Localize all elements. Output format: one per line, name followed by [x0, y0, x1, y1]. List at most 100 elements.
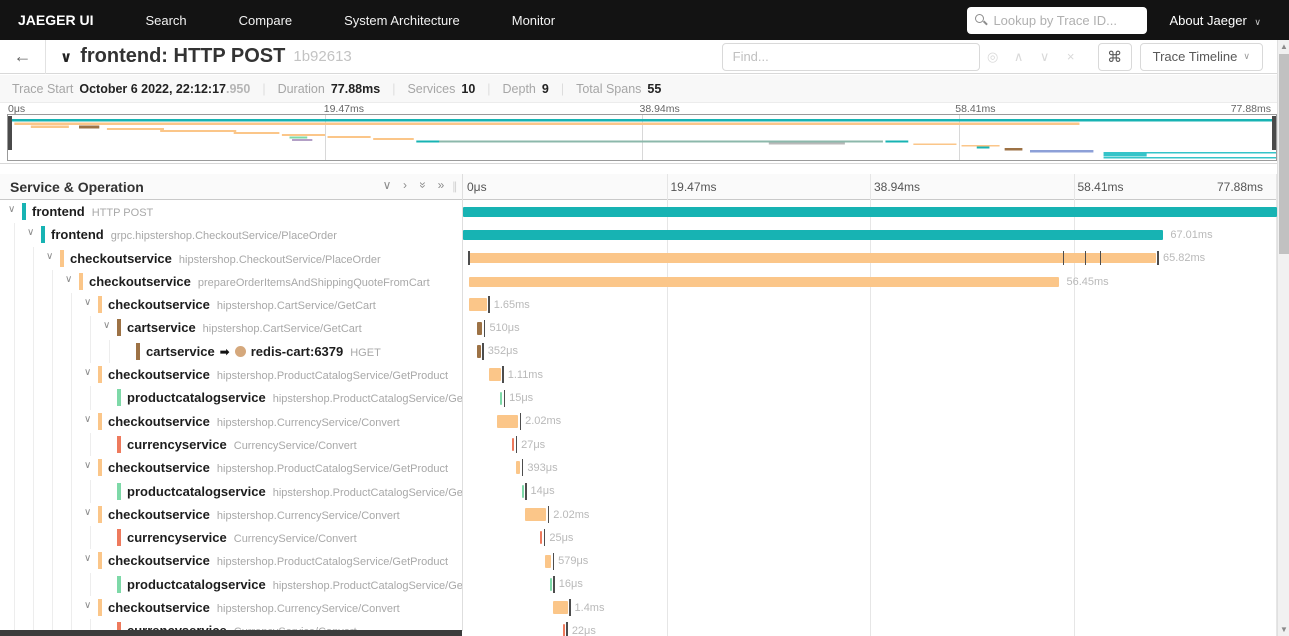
span-log-tick[interactable] — [1099, 251, 1102, 266]
span-tree-row[interactable]: ∨ cartservice hipstershop.CartService/GetC… — [0, 316, 462, 340]
span-bar-row[interactable]: 56.45ms — [463, 270, 1277, 293]
collapse-trace-chevron[interactable]: ∨ — [60, 48, 72, 66]
chevron-down-icon[interactable]: ∨ — [84, 507, 91, 518]
span-duration-bar[interactable] — [552, 601, 568, 615]
about-jaeger-menu[interactable]: About Jaeger ∨ — [1169, 13, 1261, 28]
span-log-tick[interactable] — [1062, 251, 1065, 266]
span-bar-row[interactable]: 15μs — [463, 386, 1277, 409]
minimap-left-handle[interactable] — [8, 116, 12, 150]
span-duration-bar[interactable] — [469, 276, 1060, 287]
find-scope-icon[interactable]: ◎ — [980, 49, 1006, 65]
nav-item-system-architecture[interactable]: System Architecture — [344, 13, 460, 28]
chevron-down-icon[interactable]: ∨ — [84, 367, 91, 378]
span-tree-row[interactable]: ∨ checkoutservice prepareOrderItemsAndShip… — [0, 269, 462, 294]
span-duration-bar[interactable] — [512, 438, 515, 452]
trace-view-select[interactable]: Trace Timeline ∨ — [1139, 42, 1263, 71]
span-tree-row[interactable]: ∨ checkoutservice hipstershop.CurrencyServ… — [0, 502, 462, 527]
span-duration-bar[interactable] — [540, 531, 543, 545]
chevron-down-icon[interactable]: ∨ — [65, 274, 72, 285]
span-duration-bar[interactable] — [525, 508, 547, 521]
back-button[interactable]: ← — [0, 39, 46, 74]
span-duration-bar[interactable] — [549, 577, 552, 591]
expand-all-icon[interactable]: » — [432, 178, 450, 192]
span-bar-row[interactable]: 2.02ms — [463, 503, 1277, 526]
collapse-one-icon[interactable]: ∨ — [378, 178, 396, 192]
span-duration-bar[interactable] — [489, 368, 501, 382]
span-duration-bar[interactable] — [562, 624, 565, 636]
minimap-right-handle[interactable] — [1272, 116, 1276, 150]
span-bar-row[interactable]: 67.01ms — [463, 223, 1277, 246]
span-tree-row[interactable]: ∨ checkoutservice hipstershop.ProductCatal… — [0, 456, 462, 480]
span-bar-row[interactable]: 22μs — [463, 619, 1277, 636]
span-bar-row[interactable]: 352μs — [463, 340, 1277, 363]
chevron-down-icon[interactable]: ∨ — [84, 600, 91, 611]
keyboard-shortcuts-button[interactable]: ⌘ — [1097, 42, 1132, 71]
span-log-tick[interactable] — [468, 251, 470, 266]
column-resizer-handle[interactable]: ∥ — [452, 180, 459, 193]
span-tree-row[interactable]: ∨ checkoutservice hipstershop.CurrencyServ… — [0, 409, 462, 433]
span-duration-bar[interactable] — [521, 484, 524, 498]
span-tree-row[interactable]: currencyservice CurrencyService/Convert — [0, 432, 462, 457]
span-tree-row[interactable]: ∨ checkoutservice hipstershop.CartService/… — [0, 293, 462, 317]
chevron-down-icon[interactable]: ∨ — [8, 204, 15, 215]
span-bar-row[interactable]: 2.02ms — [463, 410, 1277, 433]
chevron-down-icon[interactable]: ∨ — [84, 297, 91, 308]
span-bar-row[interactable]: 1.65ms — [463, 293, 1277, 316]
span-duration-bar[interactable] — [463, 229, 1164, 240]
span-duration-bar[interactable] — [477, 321, 483, 335]
span-log-tick[interactable] — [1084, 251, 1087, 266]
find-prev-icon[interactable]: ∧ — [1006, 49, 1032, 65]
chevron-down-icon[interactable]: ∨ — [84, 414, 91, 425]
span-tree-row[interactable]: currencyservice CurrencyService/Convert — [0, 526, 462, 550]
span-duration-bar[interactable] — [477, 344, 481, 358]
span-bar-row[interactable]: 14μs — [463, 480, 1277, 503]
chevron-down-icon[interactable]: ∨ — [27, 227, 34, 238]
trace-minimap[interactable] — [7, 114, 1277, 161]
chevron-down-icon[interactable]: ∨ — [84, 460, 91, 471]
span-duration-bar[interactable] — [516, 461, 521, 475]
trace-lookup-input[interactable]: Lookup by Trace ID... — [967, 6, 1148, 34]
span-tree-row[interactable]: ∨ frontend HTTP POST — [0, 200, 462, 223]
span-duration-bar[interactable] — [469, 298, 487, 312]
app-brand[interactable]: JAEGER UI — [18, 12, 93, 28]
span-duration-bar[interactable] — [545, 554, 552, 568]
span-tree-row[interactable]: productcatalogservice hipstershop.Product… — [0, 572, 462, 597]
span-tree-row[interactable]: ∨ checkoutservice hipstershop.ProductCatal… — [0, 363, 462, 387]
find-next-icon[interactable]: ∨ — [1032, 49, 1058, 65]
expand-one-icon[interactable]: › — [396, 178, 414, 192]
span-tree-row[interactable]: ∨ checkoutservice hipstershop.CheckoutServ… — [0, 246, 462, 270]
span-bar-row[interactable]: 1.4ms — [463, 596, 1277, 619]
scroll-down-icon[interactable]: ▼ — [1278, 625, 1289, 634]
span-bar-row[interactable]: 16μs — [463, 573, 1277, 596]
span-tree-row[interactable]: ∨ checkoutservice hipstershop.ProductCatal… — [0, 549, 462, 573]
span-bar-row[interactable]: 510μs — [463, 316, 1277, 339]
span-bar-row[interactable]: 25μs — [463, 526, 1277, 549]
chevron-down-icon[interactable]: ∨ — [103, 320, 110, 331]
span-bar-row[interactable]: 579μs — [463, 549, 1277, 572]
find-clear-icon[interactable]: × — [1058, 49, 1084, 64]
span-tree-row[interactable]: cartservice ➡ redis-cart:6379 HGET — [0, 339, 462, 364]
span-duration-bar[interactable] — [500, 391, 503, 405]
chevron-down-icon[interactable]: ∨ — [84, 553, 91, 564]
span-tree-row[interactable]: productcatalogservice hipstershop.Product… — [0, 479, 462, 503]
span-tree-row[interactable]: ∨ checkoutservice hipstershop.CurrencyServ… — [0, 596, 462, 620]
span-bar-row[interactable]: 65.82ms — [463, 247, 1277, 270]
nav-item-compare[interactable]: Compare — [239, 13, 292, 28]
vertical-scrollbar[interactable]: ▲ ▼ — [1277, 40, 1289, 636]
span-bar-row[interactable]: 1.11ms — [463, 363, 1277, 386]
span-tree-row[interactable]: ∨ frontend grpc.hipstershop.CheckoutServic… — [0, 223, 462, 247]
left-pane-horizontal-scrollbar[interactable] — [0, 630, 462, 636]
vertical-scrollbar-thumb[interactable] — [1279, 54, 1289, 254]
span-duration-bar[interactable] — [463, 206, 1277, 217]
span-tree-row[interactable]: productcatalogservice hipstershop.Product… — [0, 386, 462, 410]
span-bar-row[interactable]: 27μs — [463, 433, 1277, 456]
nav-item-search[interactable]: Search — [145, 13, 186, 28]
chevron-down-icon[interactable]: ∨ — [46, 251, 53, 262]
scroll-up-icon[interactable]: ▲ — [1278, 42, 1289, 51]
span-duration-bar[interactable] — [468, 253, 1156, 264]
nav-item-monitor[interactable]: Monitor — [512, 13, 555, 28]
span-bar-row[interactable]: 393μs — [463, 456, 1277, 479]
span-duration-bar[interactable] — [496, 414, 519, 428]
span-bar-row[interactable] — [463, 200, 1277, 223]
find-input[interactable] — [721, 42, 980, 71]
